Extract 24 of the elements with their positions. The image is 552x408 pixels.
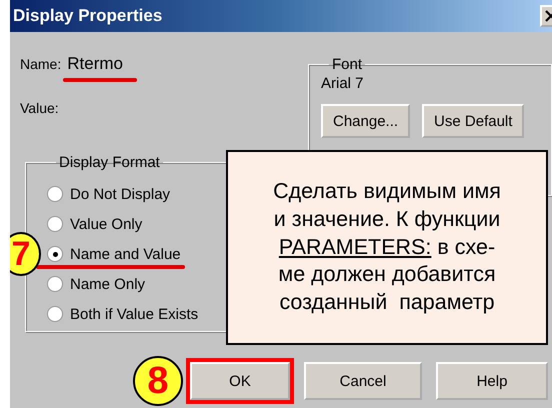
group-title: Font: [331, 56, 364, 73]
name-value: Rtermo: [67, 54, 123, 74]
font-button[interactable]: Change...: [321, 104, 410, 138]
step-badge: 7: [10, 232, 41, 276]
radio-button[interactable]: [48, 247, 62, 261]
name-label: Name:: [20, 56, 62, 72]
value-label: Value:: [20, 100, 59, 116]
radio-label[interactable]: Do Not Display: [70, 186, 170, 202]
window-title: Display Properties: [12, 6, 162, 26]
callout-text: Сделать видимым имя и значение. К функции PARAMETERS: в схе- ме должен добавится созданный параметр: [273, 178, 501, 316]
font-name: Arial 7: [321, 75, 365, 92]
font-button[interactable]: Use Default: [422, 104, 524, 138]
radio-label[interactable]: Both if Value Exists: [70, 306, 198, 322]
radio-label[interactable]: Value Only: [70, 216, 142, 232]
radio-label[interactable]: Name Only: [70, 276, 146, 292]
radio-button[interactable]: [48, 187, 62, 201]
radio-label[interactable]: Name and Value: [70, 246, 181, 262]
dialog-button[interactable]: Help: [436, 362, 548, 400]
radio-button[interactable]: [48, 217, 62, 231]
radio-button[interactable]: [48, 307, 62, 321]
radio-button[interactable]: [48, 277, 62, 291]
group-title: Display Format: [58, 154, 161, 171]
dialog-button[interactable]: Cancel: [304, 362, 422, 400]
step-badge: 8: [133, 356, 183, 406]
